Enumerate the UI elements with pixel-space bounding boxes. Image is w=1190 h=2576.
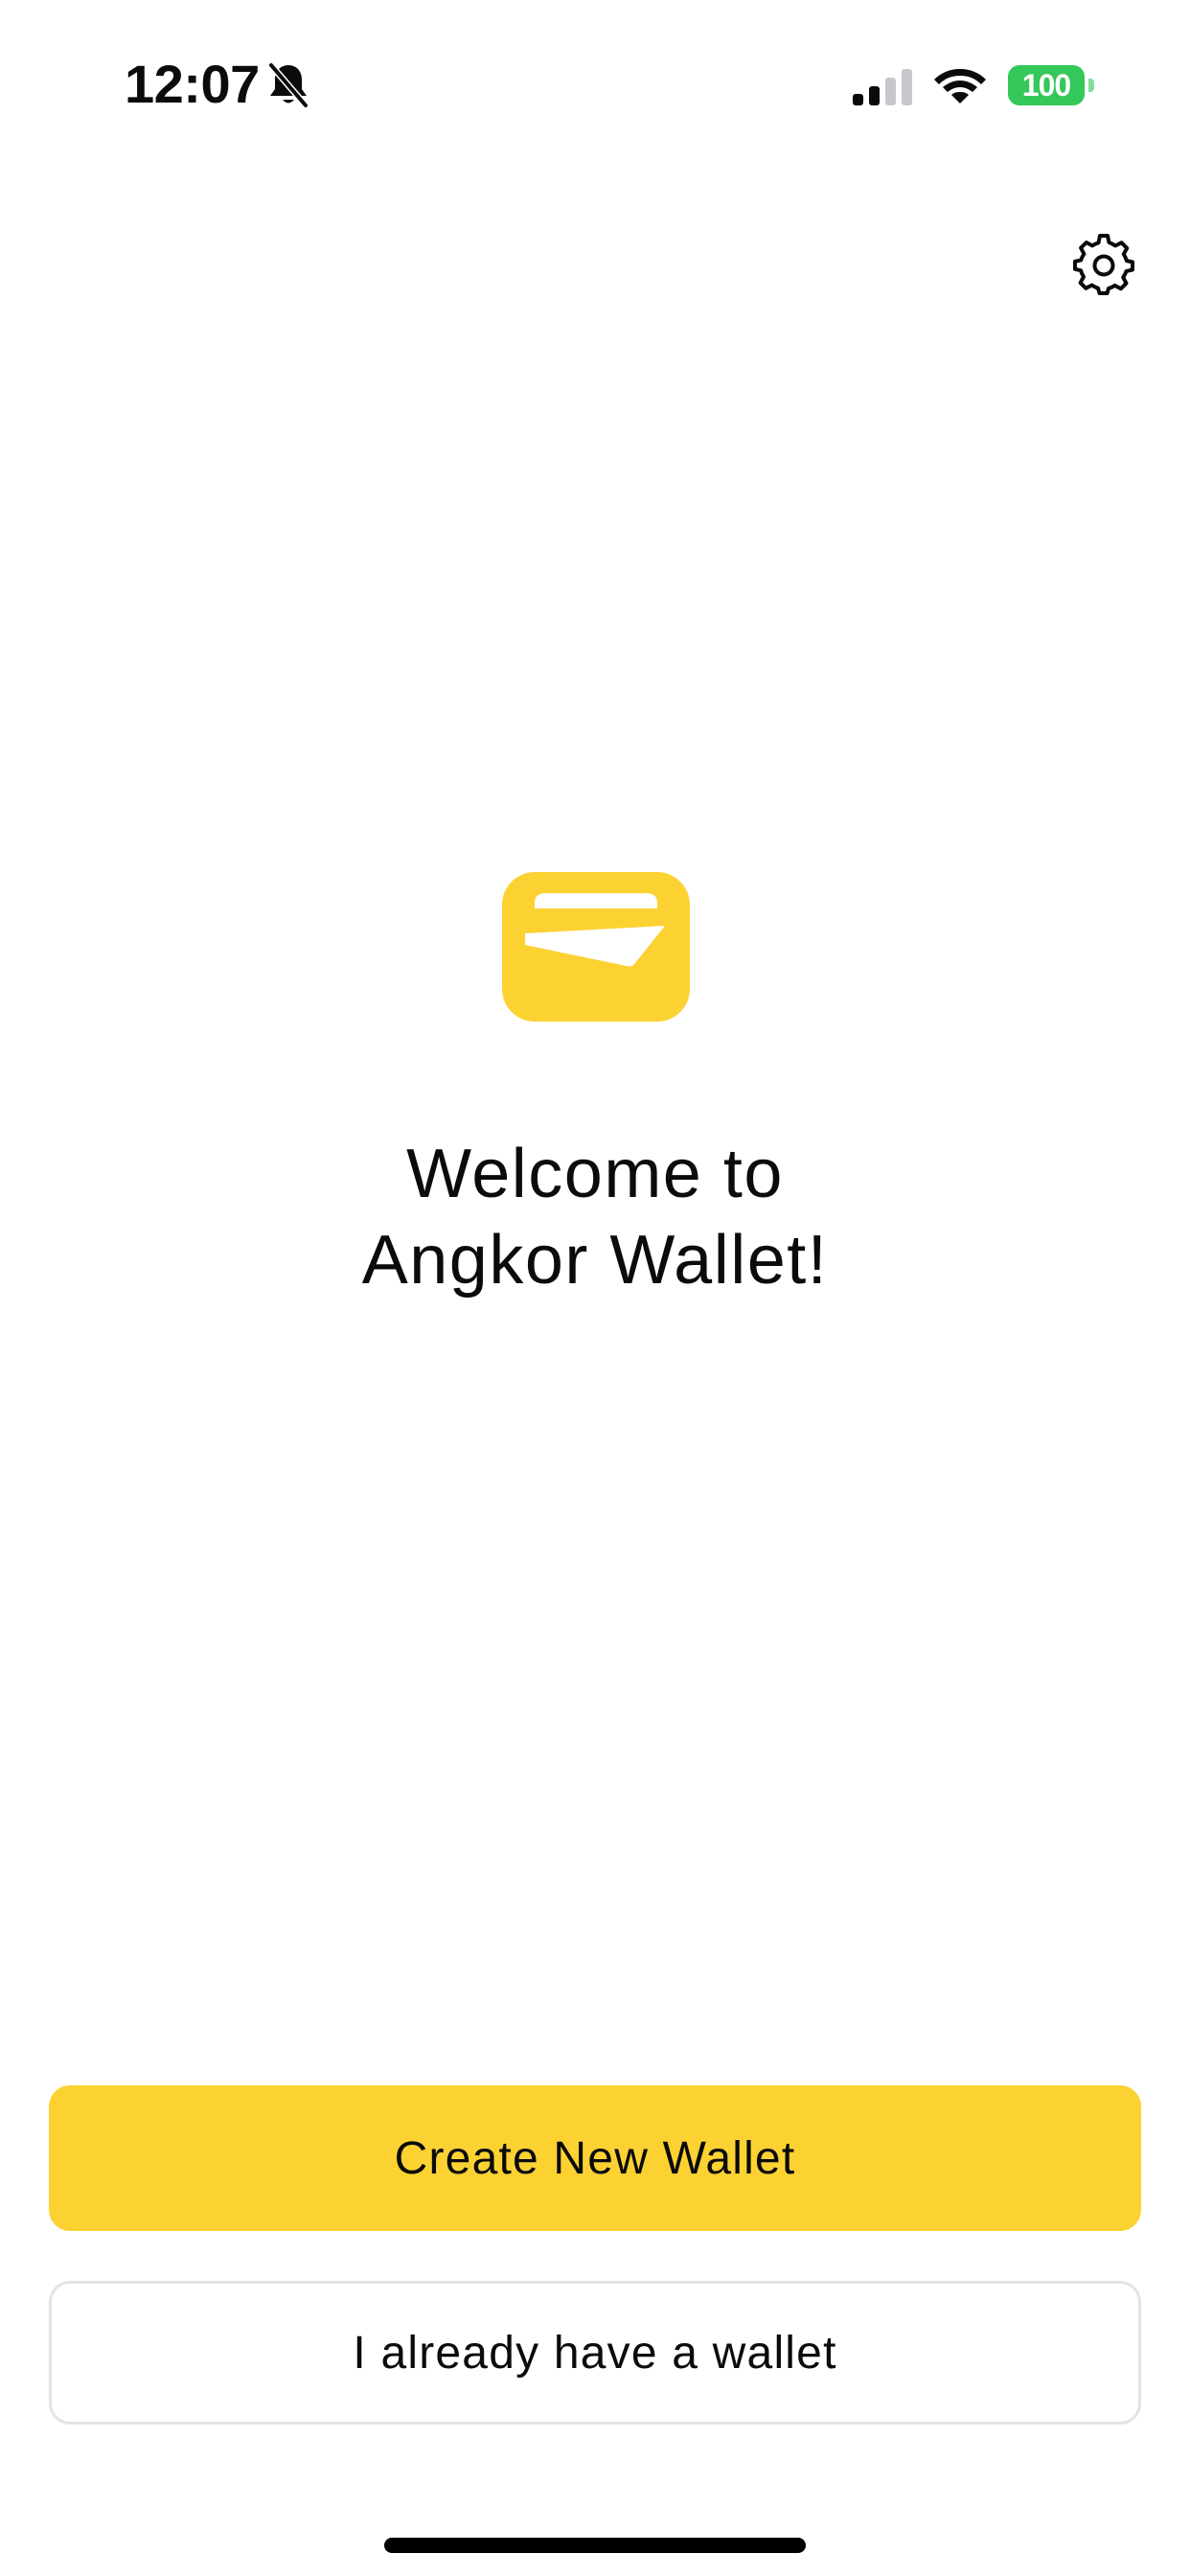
wifi-icon — [934, 69, 986, 104]
create-new-wallet-button[interactable]: Create New Wallet — [49, 2085, 1141, 2231]
existing-wallet-label: I already have a wallet — [353, 2327, 837, 2379]
existing-wallet-button[interactable]: I already have a wallet — [49, 2281, 1141, 2425]
wallet-icon — [502, 872, 690, 1022]
status-bar: 12:07 100 — [0, 0, 1190, 172]
battery-level: 100 — [1008, 65, 1085, 105]
battery-icon: 100 — [1008, 65, 1094, 105]
create-new-wallet-label: Create New Wallet — [394, 2132, 796, 2184]
battery-tip — [1088, 79, 1094, 92]
cellular-signal-icon — [853, 69, 912, 105]
settings-button[interactable] — [1065, 226, 1142, 303]
home-indicator[interactable] — [384, 2538, 806, 2553]
welcome-title-line1: Welcome to — [406, 1136, 784, 1212]
gear-icon — [1073, 234, 1134, 295]
welcome-title-line2: Angkor Wallet! — [361, 1222, 829, 1299]
welcome-title: Welcome to Angkor Wallet! — [0, 1131, 1190, 1303]
bell-slash-icon — [267, 61, 309, 109]
status-time: 12:07 — [125, 54, 260, 114]
